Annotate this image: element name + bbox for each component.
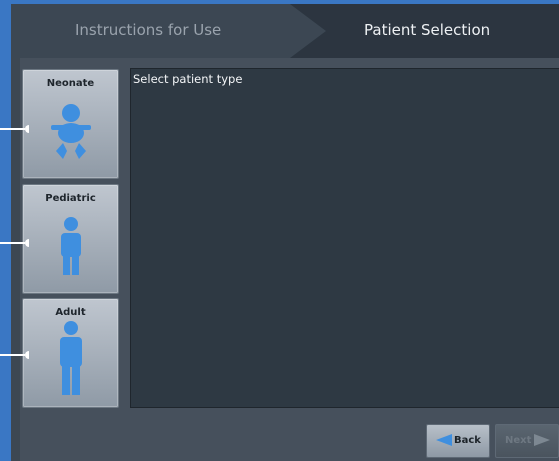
- child-icon: [61, 217, 81, 275]
- next-button[interactable]: Next: [495, 424, 559, 458]
- app-window: Instructions for Use Patient Selection N…: [11, 4, 559, 461]
- back-label: Back: [454, 435, 481, 446]
- content-panel: Select patient type: [130, 68, 559, 408]
- wizard-header: Instructions for Use Patient Selection: [11, 4, 559, 58]
- back-arrow-icon: [436, 434, 452, 446]
- back-button[interactable]: Back: [426, 424, 490, 458]
- next-arrow-icon: [534, 434, 550, 446]
- tab-patient-selection-label: Patient Selection: [364, 21, 491, 39]
- instruction-text: Select patient type: [133, 72, 243, 86]
- neonate-button[interactable]: Neonate: [22, 69, 119, 179]
- left-strip: [11, 58, 20, 461]
- adult-button[interactable]: Adult: [22, 298, 119, 408]
- callout-neonate: [0, 125, 29, 133]
- tab-instructions-label: Instructions for Use: [75, 21, 222, 39]
- pediatric-button[interactable]: Pediatric: [22, 184, 119, 294]
- callout-pediatric: [0, 239, 29, 247]
- neonate-icon: [51, 104, 91, 159]
- tab-instructions-for-use[interactable]: Instructions for Use: [11, 4, 326, 58]
- adult-icon: [60, 321, 82, 395]
- next-label: Next: [505, 435, 532, 446]
- callout-adult: [0, 351, 29, 359]
